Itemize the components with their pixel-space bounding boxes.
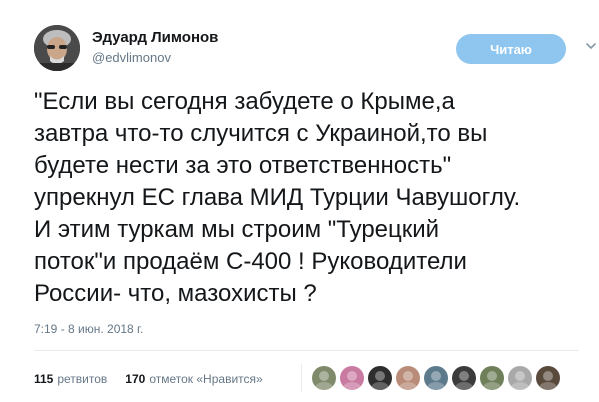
tweet-timestamp[interactable]: 7:19 - 8 июн. 2018 г. <box>34 322 143 336</box>
tweet-line: "Если вы сегодня забудете о Крыме,а <box>34 88 455 115</box>
liker-avatar[interactable] <box>396 366 420 390</box>
tweet-card: Эдуард Лимонов @edvlimonov Читаю "Если в… <box>0 0 599 402</box>
likes-label[interactable]: отметок «Нравится» <box>149 372 262 386</box>
tweet-line: будете нести за это ответственность" <box>34 152 452 179</box>
liker-avatar[interactable] <box>340 366 364 390</box>
liker-avatar[interactable] <box>368 366 392 390</box>
author-handle[interactable]: @edvlimonov <box>92 50 171 65</box>
tweet-text: "Если вы сегодня забудете о Крыме,а завт… <box>34 86 589 310</box>
tweet-line: России- что, мазохисты ? <box>34 280 317 307</box>
liker-avatar[interactable] <box>424 366 448 390</box>
likes-count[interactable]: 170 <box>125 372 145 386</box>
tweet-line: И этим туркам мы строим "Турецкий <box>34 216 440 243</box>
liker-avatar[interactable] <box>536 366 560 390</box>
tweet-line: завтра что-то случится с Украиной,то вы <box>34 120 488 147</box>
divider <box>34 350 579 351</box>
liker-avatar[interactable] <box>508 366 532 390</box>
retweets-count[interactable]: 115 <box>34 372 53 386</box>
liker-avatar[interactable] <box>452 366 476 390</box>
liker-avatar[interactable] <box>480 366 504 390</box>
tweet-line: упрекнул ЕС глава МИД Турции Чавушоглу. <box>34 184 521 211</box>
author-avatar[interactable] <box>34 25 80 71</box>
retweets-label[interactable]: ретвитов <box>57 372 107 386</box>
avatar-image <box>34 25 80 71</box>
follow-button[interactable]: Читаю <box>456 34 566 64</box>
liker-avatar[interactable] <box>312 366 336 390</box>
tweet-stats: 115 ретвитов 170 отметок «Нравится» <box>34 372 263 386</box>
liker-avatars <box>312 366 560 390</box>
tweet-line: поток"и продаём С-400 ! Руководители <box>34 248 467 275</box>
stats-separator <box>301 364 302 392</box>
chevron-down-icon[interactable] <box>585 40 597 52</box>
author-name[interactable]: Эдуард Лимонов <box>92 29 218 46</box>
